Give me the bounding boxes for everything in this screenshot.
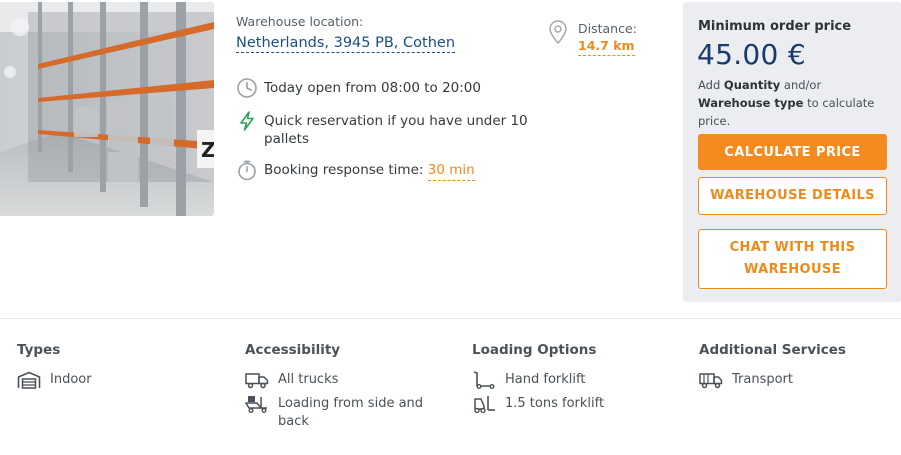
loading-options-section: Loading Options Hand forklift 1.5 tons f…: [472, 342, 682, 419]
warehouse-photo-image: Z: [0, 2, 214, 216]
additional-services-title: Additional Services: [699, 342, 846, 358]
calculate-price-button[interactable]: CALCULATE PRICE: [698, 134, 887, 170]
lightning-icon: [240, 111, 254, 131]
price-note-type: Warehouse type: [698, 96, 804, 110]
attribute-label: Indoor: [50, 372, 92, 387]
loading-icon: [245, 396, 267, 413]
attribute-item: 1.5 tons forklift: [472, 395, 682, 413]
warehouse-photo[interactable]: Z: [0, 2, 214, 216]
price-note-quantity: Quantity: [723, 78, 781, 92]
warehouse-icon: [17, 371, 41, 389]
forklift-icon: [474, 396, 495, 413]
attribute-item: All trucks: [245, 371, 455, 389]
hand-forklift-icon: [473, 371, 495, 389]
distance-value[interactable]: 14.7 km: [578, 38, 635, 56]
types-section: Types Indoor: [17, 342, 227, 395]
transport-truck-icon: [699, 373, 723, 389]
location-pin-icon: [549, 20, 567, 45]
attribute-item: Hand forklift: [472, 371, 682, 389]
open-hours-text: Today open from 08:00 to 20:00: [264, 80, 481, 96]
price-note: Add Quantity and/or Warehouse type to ca…: [698, 78, 875, 128]
distance-label: Distance:: [578, 21, 637, 36]
attribute-item: Transport: [699, 371, 901, 389]
section-divider: [0, 318, 901, 319]
truck-icon: [245, 373, 269, 389]
attribute-label: All trucks: [278, 372, 339, 387]
attribute-item: Indoor: [17, 371, 227, 389]
attribute-label: Hand forklift: [505, 372, 586, 387]
photo-sign-label: Z: [201, 138, 214, 162]
loading-options-title: Loading Options: [472, 342, 597, 358]
min-order-price: 45.00 €: [697, 38, 806, 71]
booking-response: Booking response time: 30 min: [236, 159, 536, 181]
booking-response-label: Booking response time:: [264, 162, 424, 178]
booking-response-value[interactable]: 30 min: [427, 162, 475, 181]
chat-warehouse-button[interactable]: CHAT WITH THIS WAREHOUSE: [698, 229, 887, 289]
attribute-label: Transport: [732, 372, 794, 387]
stopwatch-icon: [238, 160, 256, 181]
open-hours: Today open from 08:00 to 20:00: [236, 77, 536, 99]
quick-reservation: Quick reservation if you have under 10 p…: [236, 110, 536, 148]
clock-icon: [237, 78, 257, 98]
price-panel: Minimum order price 45.00 € Add Quantity…: [683, 2, 901, 302]
attribute-item: Loading from side and back: [245, 395, 455, 431]
additional-services-section: Additional Services Transport: [699, 342, 901, 395]
accessibility-title: Accessibility: [245, 342, 341, 358]
location-label: Warehouse location:: [236, 14, 364, 29]
min-order-label: Minimum order price: [698, 19, 852, 34]
accessibility-section: Accessibility All trucks Loading from si…: [245, 342, 455, 437]
types-title: Types: [17, 342, 61, 358]
quick-reservation-text: Quick reservation if you have under 10 p…: [264, 113, 528, 147]
attribute-label: Loading from side and back: [278, 396, 424, 429]
warehouse-details-button[interactable]: WAREHOUSE DETAILS: [698, 177, 887, 215]
attribute-label: 1.5 tons forklift: [505, 396, 605, 411]
location-link[interactable]: Netherlands, 3945 PB, Cothen: [236, 35, 456, 53]
